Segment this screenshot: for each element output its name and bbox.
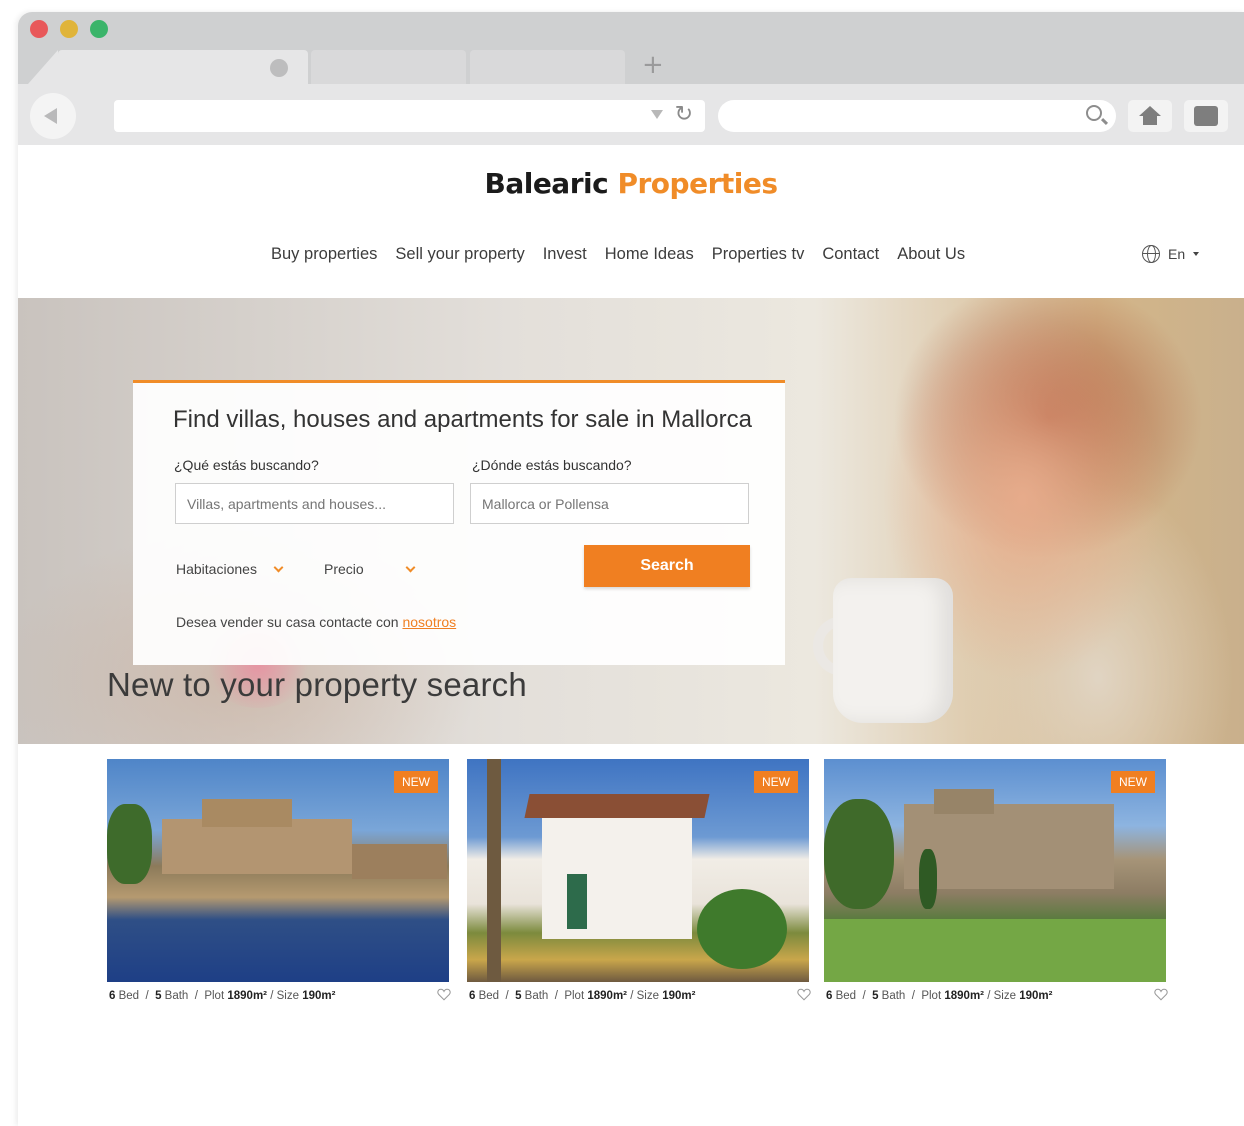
- contact-us-link[interactable]: nosotros: [402, 614, 456, 630]
- nav-home-ideas[interactable]: Home Ideas: [605, 245, 694, 264]
- price-select[interactable]: Precio: [324, 561, 416, 577]
- search-panel: Find villas, houses and apartments for s…: [133, 380, 785, 665]
- logo-text-properties: Properties: [617, 167, 778, 200]
- browser-tab[interactable]: [470, 50, 625, 84]
- nav-invest[interactable]: Invest: [543, 245, 587, 264]
- logo[interactable]: Balearic Properties: [18, 167, 1244, 200]
- reload-icon[interactable]: ↻: [675, 102, 693, 127]
- language-label: En: [1168, 246, 1186, 262]
- property-card[interactable]: NEW 6 Bed / 5 Bath / Plot 1890m² / Size …: [824, 759, 1168, 1009]
- minimize-window-button[interactable]: [60, 20, 78, 38]
- browser-tab[interactable]: [311, 50, 466, 84]
- heart-icon[interactable]: [797, 988, 811, 1001]
- where-input[interactable]: [470, 483, 749, 524]
- window-controls: [30, 20, 108, 38]
- chevron-down-icon: [273, 562, 284, 572]
- rooms-select-label: Habitaciones: [176, 561, 257, 577]
- new-badge: NEW: [754, 771, 798, 793]
- language-selector[interactable]: En: [1142, 245, 1200, 263]
- section-title: New to your property search: [107, 666, 527, 703]
- what-input[interactable]: [175, 483, 454, 524]
- rooms-select[interactable]: Habitaciones: [176, 561, 284, 577]
- sidebar-button[interactable]: [1184, 100, 1228, 132]
- where-label: ¿Dónde estás buscando?: [472, 457, 632, 473]
- browser-tab-active[interactable]: [28, 50, 308, 84]
- home-button[interactable]: [1128, 100, 1172, 132]
- search-button[interactable]: Search: [584, 545, 750, 587]
- new-tab-button[interactable]: +: [642, 50, 664, 80]
- logo-text-balearic: Balearic: [484, 167, 609, 200]
- nav-properties-tv[interactable]: Properties tv: [712, 245, 805, 264]
- browser-chrome: + ↻: [18, 12, 1244, 145]
- nav-contact[interactable]: Contact: [822, 245, 879, 264]
- sell-text: Desea vender su casa contacte con: [176, 614, 399, 630]
- new-badge: NEW: [394, 771, 438, 793]
- browser-toolbar: ↻: [18, 84, 1244, 145]
- main-nav: Buy properties Sell your property Invest…: [271, 245, 965, 264]
- nav-about-us[interactable]: About Us: [897, 245, 965, 264]
- new-badge: NEW: [1111, 771, 1155, 793]
- nav-buy-properties[interactable]: Buy properties: [271, 245, 377, 264]
- heart-icon[interactable]: [1154, 988, 1168, 1001]
- back-button[interactable]: [30, 93, 76, 139]
- maximize-window-button[interactable]: [90, 20, 108, 38]
- caret-down-icon: [1193, 252, 1200, 256]
- property-specs: 6 Bed / 5 Bath / Plot 1890m² / Size 190m…: [469, 990, 696, 1002]
- chevron-down-icon: [405, 562, 416, 572]
- sell-contact-line: Desea vender su casa contacte con nosotr…: [176, 614, 456, 630]
- search-title: Find villas, houses and apartments for s…: [173, 406, 752, 433]
- browser-window: + ↻ Balearic Properties Buy properties S…: [18, 12, 1244, 1126]
- url-dropdown-icon[interactable]: [651, 110, 663, 119]
- property-specs: 6 Bed / 5 Bath / Plot 1890m² / Size 190m…: [826, 990, 1053, 1002]
- address-bar[interactable]: ↻: [114, 100, 705, 132]
- property-card[interactable]: NEW 6 Bed / 5 Bath / Plot 1890m² / Size …: [107, 759, 451, 1009]
- tab-strip: +: [18, 50, 1244, 84]
- property-specs: 6 Bed / 5 Bath / Plot 1890m² / Size 190m…: [109, 990, 336, 1002]
- globe-icon: [1142, 245, 1160, 263]
- price-select-label: Precio: [324, 561, 364, 577]
- tab-close-icon[interactable]: [270, 59, 288, 77]
- nav-sell-property[interactable]: Sell your property: [395, 245, 524, 264]
- property-card[interactable]: NEW 6 Bed / 5 Bath / Plot 1890m² / Size …: [467, 759, 811, 1009]
- browser-search-field[interactable]: [718, 100, 1116, 132]
- hero-photo-mug: [833, 578, 953, 723]
- what-label: ¿Qué estás buscando?: [174, 457, 319, 473]
- search-icon[interactable]: [1086, 105, 1102, 121]
- close-window-button[interactable]: [30, 20, 48, 38]
- heart-icon[interactable]: [437, 988, 451, 1001]
